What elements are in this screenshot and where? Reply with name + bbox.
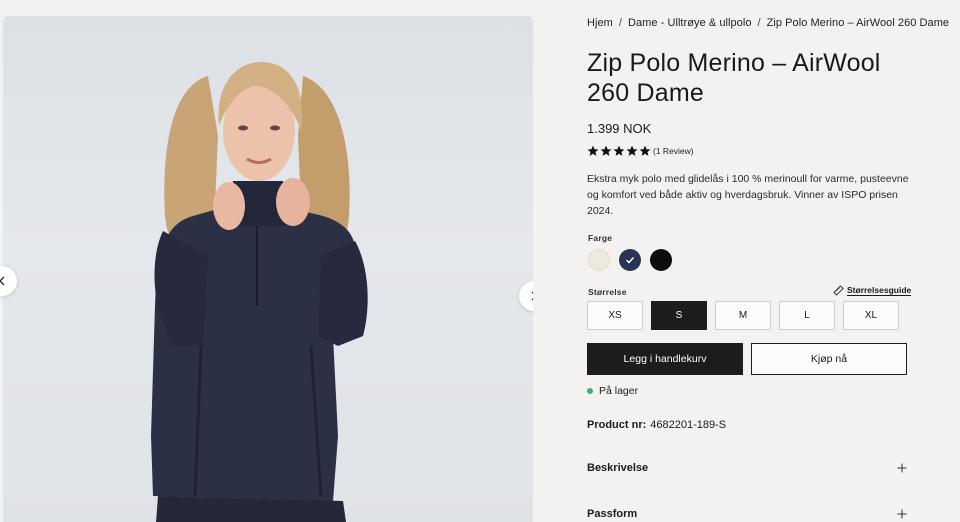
breadcrumb-category[interactable]: Dame - Ulltrøye & ullpolo xyxy=(628,17,752,29)
size-options: XS S M L XL xyxy=(587,301,899,330)
checkmark-icon xyxy=(626,257,635,264)
color-swatch-offwhite[interactable] xyxy=(588,249,610,271)
star-icon xyxy=(600,145,612,156)
star-icon xyxy=(639,145,651,156)
plus-icon xyxy=(897,463,907,473)
breadcrumb: Hjem / Dame - Ulltrøye & ullpolo / Zip Polo … xyxy=(587,17,949,29)
product-number: Product nr: 4682201-189-S xyxy=(587,419,726,431)
stock-dot-icon xyxy=(587,388,593,394)
size-option-s[interactable]: S xyxy=(651,301,707,330)
plus-icon xyxy=(897,509,907,519)
product-photo xyxy=(151,62,368,522)
product-description: Ekstra myk polo med glidelås i 100 % mer… xyxy=(587,173,909,217)
accordion-fit-label: Passform xyxy=(587,508,638,520)
accordion-description[interactable]: Beskrivelse xyxy=(587,462,907,474)
purchase-buttons: Legg i handlekurv Kjøp nå xyxy=(587,343,907,375)
accordion-description-label: Beskrivelse xyxy=(587,462,649,474)
accordion-fit[interactable]: Passform xyxy=(587,508,907,520)
stock-status-text: På lager xyxy=(599,385,639,397)
color-swatch-black[interactable] xyxy=(650,249,672,271)
size-option-l[interactable]: L xyxy=(779,301,835,330)
product-title: Zip Polo Merino – AirWool 260 Dame xyxy=(587,49,881,107)
chevron-left-icon xyxy=(0,276,5,286)
ruler-icon xyxy=(833,285,844,296)
star-icon xyxy=(587,145,599,156)
breadcrumb-home[interactable]: Hjem xyxy=(587,17,613,29)
product-rating[interactable]: (1 Review) xyxy=(587,145,694,157)
product-price: 1.399 NOK xyxy=(587,121,652,136)
buy-now-button[interactable]: Kjøp nå xyxy=(751,343,907,375)
size-label: Størrelse xyxy=(588,287,627,297)
review-count[interactable]: (1 Review) xyxy=(653,146,694,156)
product-number-value: 4682201-189-S xyxy=(650,419,727,431)
size-option-xl[interactable]: XL xyxy=(843,301,899,330)
breadcrumb-current: Zip Polo Merino – AirWool 260 Dame xyxy=(766,17,950,29)
size-option-m[interactable]: M xyxy=(715,301,771,330)
breadcrumb-separator: / xyxy=(618,17,622,29)
breadcrumb-separator: / xyxy=(757,17,761,29)
size-guide-label: Størrelsesguide xyxy=(847,285,912,296)
chevron-right-icon xyxy=(531,291,533,301)
color-swatch-navy[interactable] xyxy=(619,249,641,271)
size-guide-link[interactable]: Størrelsesguide xyxy=(833,285,912,296)
star-icon xyxy=(626,145,638,156)
color-swatches xyxy=(588,249,672,271)
product-number-label: Product nr: xyxy=(587,419,647,431)
star-icon xyxy=(613,145,625,156)
add-to-cart-button[interactable]: Legg i handlekurv xyxy=(587,343,743,375)
color-label: Farge xyxy=(588,233,613,243)
stock-status: På lager xyxy=(587,385,638,397)
rating-stars xyxy=(587,145,651,157)
product-image-gallery xyxy=(3,16,533,522)
size-option-xs[interactable]: XS xyxy=(587,301,643,330)
